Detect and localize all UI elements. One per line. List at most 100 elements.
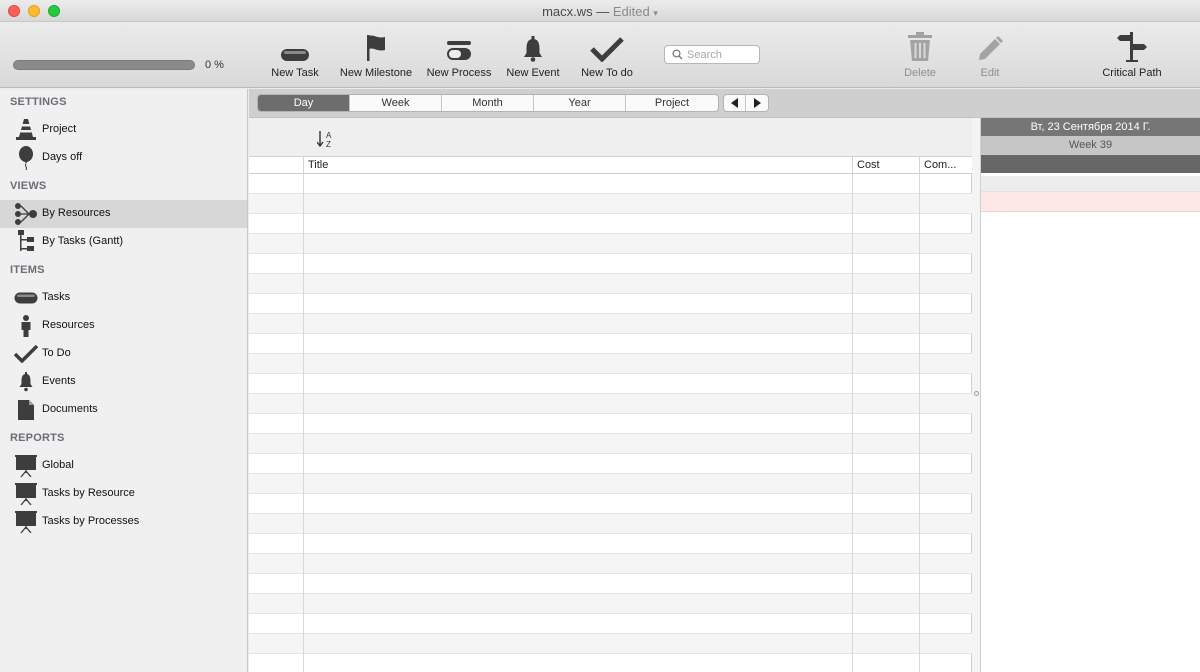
column-header-cost[interactable]: Cost [852, 157, 919, 174]
new-milestone-button[interactable]: New Milestone [336, 30, 416, 82]
next-period-button[interactable] [746, 95, 768, 111]
table-row[interactable] [249, 414, 972, 434]
window-title[interactable]: macx.ws — Edited ▾ [0, 4, 1200, 19]
table-row[interactable] [249, 474, 972, 494]
table-cell-divider [919, 494, 920, 514]
table-cell-divider [303, 594, 304, 614]
table-cell-divider [852, 534, 853, 554]
sidebar: SETTINGS Project Days off VIEWS By Resou… [0, 89, 248, 672]
table-cell-divider [303, 254, 304, 274]
scale-week[interactable]: Week [350, 95, 442, 111]
table-row[interactable] [249, 654, 972, 672]
table-row[interactable] [249, 294, 972, 314]
table-cell-divider [919, 434, 920, 454]
table-row[interactable] [249, 634, 972, 654]
table-cell-divider [303, 174, 304, 194]
sidebar-item-by-resources[interactable]: By Resources [0, 200, 247, 228]
table-row[interactable] [249, 274, 972, 294]
edit-button[interactable]: Edit [970, 30, 1010, 82]
delete-button[interactable]: Delete [898, 30, 942, 82]
table-row[interactable] [249, 234, 972, 254]
resources-table: A Z Title Cost Com... [249, 118, 972, 672]
chevron-down-icon: ▾ [653, 8, 658, 18]
new-process-button[interactable]: New Process [424, 30, 494, 82]
gantt-tree-icon [14, 230, 38, 253]
pane-splitter[interactable] [972, 118, 981, 672]
triangle-right-icon [754, 98, 761, 108]
table-cell-divider [303, 614, 304, 634]
sidebar-item-tasks[interactable]: Tasks [0, 284, 247, 312]
sort-az-icon[interactable]: A Z [317, 130, 335, 148]
table-cell-divider [919, 454, 920, 474]
column-header-title[interactable]: Title [303, 157, 852, 174]
traffic-cone-icon [14, 119, 38, 141]
table-cell-divider [303, 414, 304, 434]
table-row[interactable] [249, 214, 972, 234]
search-input[interactable] [687, 48, 757, 61]
table-cell-divider [919, 594, 920, 614]
sidebar-item-global[interactable]: Global [0, 452, 247, 480]
table-row[interactable] [249, 594, 972, 614]
bell-icon [524, 36, 542, 62]
sidebar-item-project[interactable]: Project [0, 116, 247, 144]
table-row[interactable] [249, 374, 972, 394]
table-row[interactable] [249, 534, 972, 554]
scale-month[interactable]: Month [442, 95, 534, 111]
sidebar-item-events[interactable]: Events [0, 368, 247, 396]
table-row[interactable] [249, 574, 972, 594]
table-cell-divider [919, 554, 920, 574]
table-cell-divider [919, 194, 920, 214]
table-row[interactable] [249, 354, 972, 374]
table-row[interactable] [249, 314, 972, 334]
table-row[interactable] [249, 434, 972, 454]
table-row[interactable] [249, 514, 972, 534]
sidebar-item-by-tasks-gantt[interactable]: By Tasks (Gantt) [0, 228, 247, 256]
table-row[interactable] [249, 394, 972, 414]
new-todo-button[interactable]: New To do [576, 30, 638, 82]
sidebar-item-to-do[interactable]: To Do [0, 340, 247, 368]
new-task-button[interactable]: New Task [268, 30, 322, 82]
table-cell-divider [852, 174, 853, 194]
table-row[interactable] [249, 494, 972, 514]
sidebar-item-documents[interactable]: Documents [0, 396, 247, 424]
edited-status: Edited [612, 4, 650, 19]
scale-project[interactable]: Project [626, 95, 718, 111]
sidebar-item-tasks-by-processes[interactable]: Tasks by Processes [0, 508, 247, 536]
triangle-left-icon [730, 98, 738, 108]
presentation-board-icon [14, 483, 38, 505]
critical-path-button[interactable]: Critical Path [1096, 30, 1168, 82]
table-cell-divider [919, 294, 920, 314]
table-cell-divider [303, 394, 304, 414]
sidebar-item-tasks-by-resource[interactable]: Tasks by Resource [0, 480, 247, 508]
timeline-nav [723, 94, 769, 112]
table-row[interactable] [249, 554, 972, 574]
table-cell-divider [919, 374, 920, 394]
table-cell-divider [919, 254, 920, 274]
table-row[interactable] [249, 334, 972, 354]
table-cell-divider [919, 214, 920, 234]
new-event-button[interactable]: New Event [502, 30, 564, 82]
column-header-index[interactable] [249, 157, 303, 174]
scale-day[interactable]: Day [258, 95, 350, 111]
table-row[interactable] [249, 454, 972, 474]
column-header-comment[interactable]: Com... [919, 157, 972, 174]
scale-year[interactable]: Year [534, 95, 626, 111]
sidebar-item-resources[interactable]: Resources [0, 312, 247, 340]
table-cell-divider [919, 334, 920, 354]
table-cell-divider [919, 634, 920, 654]
table-cell-divider [303, 274, 304, 294]
signpost-icon [1117, 32, 1147, 62]
splitter-handle[interactable] [974, 391, 979, 396]
previous-period-button[interactable] [724, 95, 746, 111]
table-cell-divider [852, 434, 853, 454]
table-cell-divider [919, 474, 920, 494]
sidebar-item-days-off[interactable]: Days off [0, 144, 247, 172]
table-cell-divider [852, 554, 853, 574]
gantt-date-header: Вт, 23 Сентября 2014 Г. [981, 118, 1200, 136]
table-row[interactable] [249, 174, 972, 194]
table-row[interactable] [249, 194, 972, 214]
table-row[interactable] [249, 614, 972, 634]
search-field[interactable] [664, 45, 760, 64]
time-scale-segmented-control: Day Week Month Year Project [257, 94, 719, 112]
table-row[interactable] [249, 254, 972, 274]
